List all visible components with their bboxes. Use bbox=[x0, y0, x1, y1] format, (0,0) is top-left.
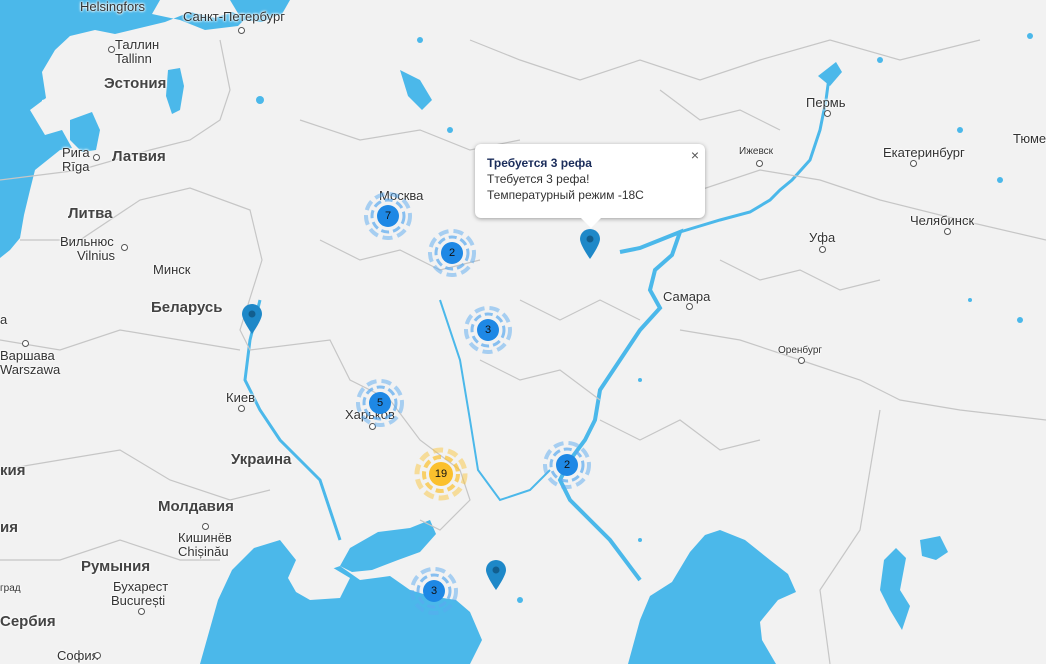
city-dot-samara bbox=[686, 303, 693, 310]
label-sofia: София bbox=[57, 648, 99, 663]
cluster-marker[interactable]: 3 bbox=[404, 561, 464, 621]
label-belarus: Беларусь bbox=[151, 299, 223, 316]
cluster-marker[interactable]: 3 bbox=[458, 300, 518, 360]
cluster-marker[interactable]: 2 bbox=[537, 435, 597, 495]
label-warsaw: Warszawa bbox=[0, 362, 61, 377]
label-bucharest: București bbox=[111, 593, 166, 608]
label-bucharest-ru: Бухарест bbox=[113, 579, 169, 594]
label-chelyabinsk: Челябинск bbox=[910, 213, 975, 228]
close-icon[interactable]: × bbox=[691, 147, 699, 163]
label-tallinn-ru: Таллин bbox=[115, 37, 160, 52]
cluster-count: 2 bbox=[448, 247, 456, 259]
popup-description: Ттебуется 3 рефа! bbox=[487, 172, 590, 186]
label-ufa: Уфа bbox=[809, 230, 836, 245]
label-moldova: Молдавия bbox=[158, 498, 234, 515]
popup-title: Требуется 3 рефа bbox=[487, 156, 592, 170]
label-vilnius-ru: Вильнюс bbox=[60, 234, 114, 249]
label-grad: град bbox=[0, 583, 21, 594]
label-tallinn: Tallinn bbox=[115, 51, 152, 66]
label-vilnius: Vilnius bbox=[77, 248, 116, 263]
label-kyiv: Киев bbox=[226, 390, 255, 405]
info-popup: Требуется 3 рефа Ттебуется 3 рефа! Темпе… bbox=[475, 144, 705, 228]
city-dot-perm bbox=[824, 110, 831, 117]
city-dot-ufa bbox=[819, 246, 826, 253]
label-yekaterinburg: Екатеринбург bbox=[883, 145, 965, 160]
label-edge-a: а bbox=[0, 312, 8, 327]
cluster-count: 3 bbox=[430, 585, 438, 597]
city-dot-sofia bbox=[94, 652, 101, 659]
label-perm: Пермь bbox=[806, 95, 846, 110]
city-dot-spb bbox=[238, 27, 245, 34]
cluster-marker[interactable]: 2 bbox=[422, 223, 482, 283]
label-edge-kia: кия bbox=[0, 462, 26, 479]
cluster-marker-yellow[interactable]: 19 bbox=[411, 444, 471, 504]
map-canvas[interactable] bbox=[0, 0, 1046, 664]
city-dot-yekaterinburg bbox=[910, 160, 917, 167]
city-dot-riga bbox=[93, 154, 100, 161]
popup-temperature: Температурный режим -18С bbox=[487, 188, 644, 202]
city-dot-izhevsk bbox=[756, 160, 763, 167]
cluster-marker[interactable]: 5 bbox=[350, 373, 410, 433]
label-minsk: Минск bbox=[153, 262, 191, 277]
map-pin-icon[interactable] bbox=[579, 228, 601, 260]
label-helsingfors: Helsingfors bbox=[80, 0, 146, 14]
city-dot-chisinau bbox=[202, 523, 209, 530]
label-samara: Самара bbox=[663, 289, 711, 304]
city-dot-bucharest bbox=[138, 608, 145, 615]
label-riga: Rīga bbox=[62, 159, 90, 174]
cluster-count: 2 bbox=[563, 459, 571, 471]
label-chisinau-ru: Кишинёв bbox=[178, 530, 232, 545]
cluster-count: 19 bbox=[434, 468, 448, 480]
label-estonia: Эстония bbox=[104, 75, 167, 92]
cluster-count: 3 bbox=[484, 324, 492, 336]
label-chisinau: Chișinău bbox=[178, 544, 229, 559]
label-izhevsk: Ижевск bbox=[739, 146, 774, 157]
hiiumaa bbox=[50, 78, 64, 90]
city-dot-orenburg bbox=[798, 357, 805, 364]
city-dot-tallinn bbox=[108, 46, 115, 53]
cluster-marker[interactable]: 7 bbox=[358, 186, 418, 246]
city-dot-chelyabinsk bbox=[944, 228, 951, 235]
label-serbia: Сербия bbox=[0, 613, 56, 630]
label-riga-ru: Рига bbox=[62, 145, 90, 160]
map-pin-icon[interactable] bbox=[241, 303, 263, 335]
label-ukraine: Украина bbox=[231, 451, 292, 468]
city-dot-kyiv bbox=[238, 405, 245, 412]
label-tyumen: Тюме bbox=[1013, 131, 1046, 146]
label-warsaw-ru: Варшава bbox=[0, 348, 55, 363]
map-pin-icon[interactable] bbox=[485, 559, 507, 591]
label-latvia: Латвия bbox=[112, 148, 166, 165]
label-edge-ia: ия bbox=[0, 519, 18, 536]
cluster-count: 7 bbox=[384, 210, 392, 222]
city-dot-vilnius bbox=[121, 244, 128, 251]
cluster-count: 5 bbox=[376, 397, 384, 409]
city-dot-warsaw bbox=[22, 340, 29, 347]
label-lithuania: Литва bbox=[68, 205, 113, 222]
label-orenburg: Оренбург bbox=[778, 345, 823, 356]
label-romania: Румыния bbox=[81, 558, 151, 575]
label-spb: Санкт-Петербург bbox=[183, 9, 285, 24]
